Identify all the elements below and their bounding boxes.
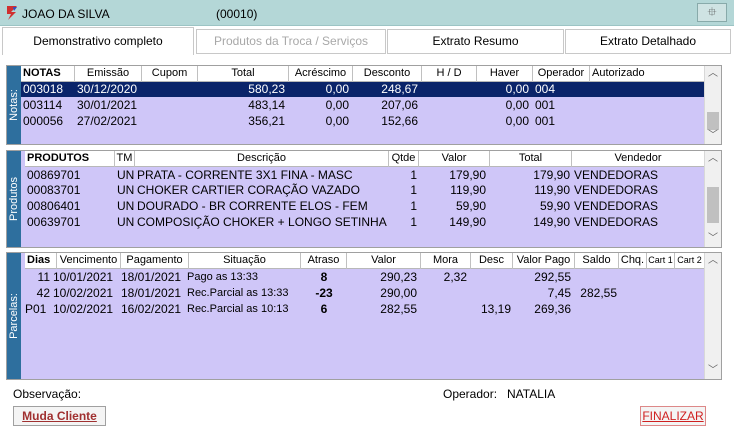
tab-extrato-detalhado[interactable]: Extrato Detalhado — [565, 29, 731, 54]
col-notas[interactable]: NOTAS — [21, 66, 75, 82]
table-row[interactable]: 003114 30/01/2021 483,14 0,00 207,06 0,0… — [21, 98, 705, 113]
col-desconto[interactable]: Desconto — [353, 66, 422, 82]
notas-side-label: Notas: — [7, 66, 21, 144]
parcelas-scrollbar[interactable]: ︿ ﹀ — [704, 253, 721, 379]
finalizar-button[interactable]: FINALIZAR — [640, 406, 706, 426]
col-valor[interactable]: Valor — [419, 151, 490, 167]
produtos-scrollbar[interactable]: ︿ ﹀ — [704, 151, 721, 247]
tab-demonstrativo-completo[interactable]: Demonstrativo completo — [2, 27, 194, 55]
col-acrescimo[interactable]: Acréscimo — [289, 66, 353, 82]
table-row[interactable]: 00806401 UN DOURADO - BR CORRENTE ELOS -… — [25, 199, 705, 214]
title-bar: JOAO DA SILVA (00010) ⯐ — [0, 0, 734, 26]
col-haver[interactable]: Haver — [477, 66, 533, 82]
app-logo-icon — [7, 6, 17, 20]
table-row[interactable]: 003018 30/12/2020 580,23 0,00 248,67 0,0… — [21, 82, 705, 97]
col-produtos[interactable]: PRODUTOS — [25, 151, 115, 167]
col-cart1[interactable]: Cart 1 — [647, 253, 675, 269]
table-row[interactable]: 00083701 UN CHOKER CARTIER CORAÇÃO VAZAD… — [25, 183, 705, 198]
notas-header: NOTAS Emissão Cupom Total Acréscimo Desc… — [21, 66, 705, 82]
col-atraso[interactable]: Atraso — [301, 253, 347, 269]
table-row[interactable]: 11 10/01/2021 18/01/2021 Pago as 13:33 8… — [25, 270, 705, 285]
customer-name: JOAO DA SILVA — [22, 7, 110, 21]
col-vencimento[interactable]: Vencimento — [57, 253, 121, 269]
col-desc[interactable]: Desc — [471, 253, 513, 269]
scroll-up-icon[interactable]: ︿ — [705, 151, 721, 167]
tab-extrato-resumo[interactable]: Extrato Resumo — [387, 29, 564, 54]
col-vendedor[interactable]: Vendedor — [572, 151, 705, 167]
col-mora[interactable]: Mora — [421, 253, 471, 269]
customer-code: (00010) — [216, 7, 258, 21]
col-chq[interactable]: Chq. — [619, 253, 647, 269]
table-row[interactable]: 42 10/02/2021 18/01/2021 Rec.Parcial as … — [25, 286, 705, 301]
table-row[interactable]: 000056 27/02/2021 356,21 0,00 152,66 0,0… — [21, 114, 705, 129]
operador-value: NATALIA — [507, 387, 556, 401]
parcelas-side-label: Parcelas: — [7, 253, 21, 379]
scroll-down-icon[interactable]: ﹀ — [705, 231, 721, 247]
close-icon: ⯐ — [707, 5, 717, 19]
close-button[interactable]: ⯐ — [697, 3, 727, 22]
col-emissao[interactable]: Emissão — [75, 66, 142, 82]
col-dias[interactable]: Dias — [25, 253, 57, 269]
scroll-down-icon[interactable]: ﹀ — [705, 363, 721, 379]
table-row[interactable]: 00639701 UN COMPOSIÇÃO CHOKER + LONGO SE… — [25, 215, 705, 230]
observacao-label: Observação: — [13, 387, 82, 401]
col-total[interactable]: Total — [198, 66, 289, 82]
col-tm[interactable]: TM — [115, 151, 135, 167]
scroll-up-icon[interactable]: ︿ — [705, 253, 721, 269]
col-situacao[interactable]: Situação — [189, 253, 301, 269]
produtos-side-label: Produtos — [7, 151, 21, 247]
tab-bar: Demonstrativo completo Produtos da Troca… — [0, 27, 734, 55]
table-row[interactable]: 00869701 UN PRATA - CORRENTE 3X1 FINA - … — [25, 168, 705, 183]
notas-scrollbar[interactable]: ︿ ﹀ — [704, 66, 721, 144]
col-total[interactable]: Total — [490, 151, 572, 167]
table-row[interactable]: P01 10/02/2021 16/02/2021 Rec.Parcial as… — [25, 302, 705, 317]
muda-cliente-button[interactable]: Muda Cliente — [13, 406, 106, 426]
scroll-thumb[interactable] — [707, 187, 719, 223]
produtos-header: PRODUTOS TM Descrição Qtde Valor Total V… — [25, 151, 705, 167]
col-valor[interactable]: Valor — [347, 253, 421, 269]
operador-label: Operador: — [443, 387, 498, 401]
col-cupom[interactable]: Cupom — [142, 66, 198, 82]
col-operador[interactable]: Operador — [533, 66, 590, 82]
col-autorizado[interactable]: Autorizado — [590, 66, 705, 82]
col-cart2[interactable]: Cart 2 — [675, 253, 705, 269]
notas-panel: Notas: NOTAS Emissão Cupom Total Acrésci… — [6, 65, 722, 145]
produtos-panel: Produtos PRODUTOS TM Descrição Qtde Valo… — [6, 150, 722, 248]
tab-produtos-troca[interactable]: Produtos da Troca / Serviços — [196, 29, 386, 54]
col-descricao[interactable]: Descrição — [135, 151, 389, 167]
parcelas-header: Dias Vencimento Pagamento Situação Atras… — [25, 253, 705, 269]
scroll-up-icon[interactable]: ︿ — [705, 66, 721, 82]
col-hd[interactable]: H / D — [422, 66, 477, 82]
scroll-down-icon[interactable]: ﹀ — [705, 128, 721, 144]
col-valor-pago[interactable]: Valor Pago — [513, 253, 575, 269]
parcelas-panel: Parcelas: Dias Vencimento Pagamento Situ… — [6, 252, 722, 380]
col-pagamento[interactable]: Pagamento — [121, 253, 189, 269]
col-saldo[interactable]: Saldo — [575, 253, 619, 269]
col-qtde[interactable]: Qtde — [389, 151, 419, 167]
